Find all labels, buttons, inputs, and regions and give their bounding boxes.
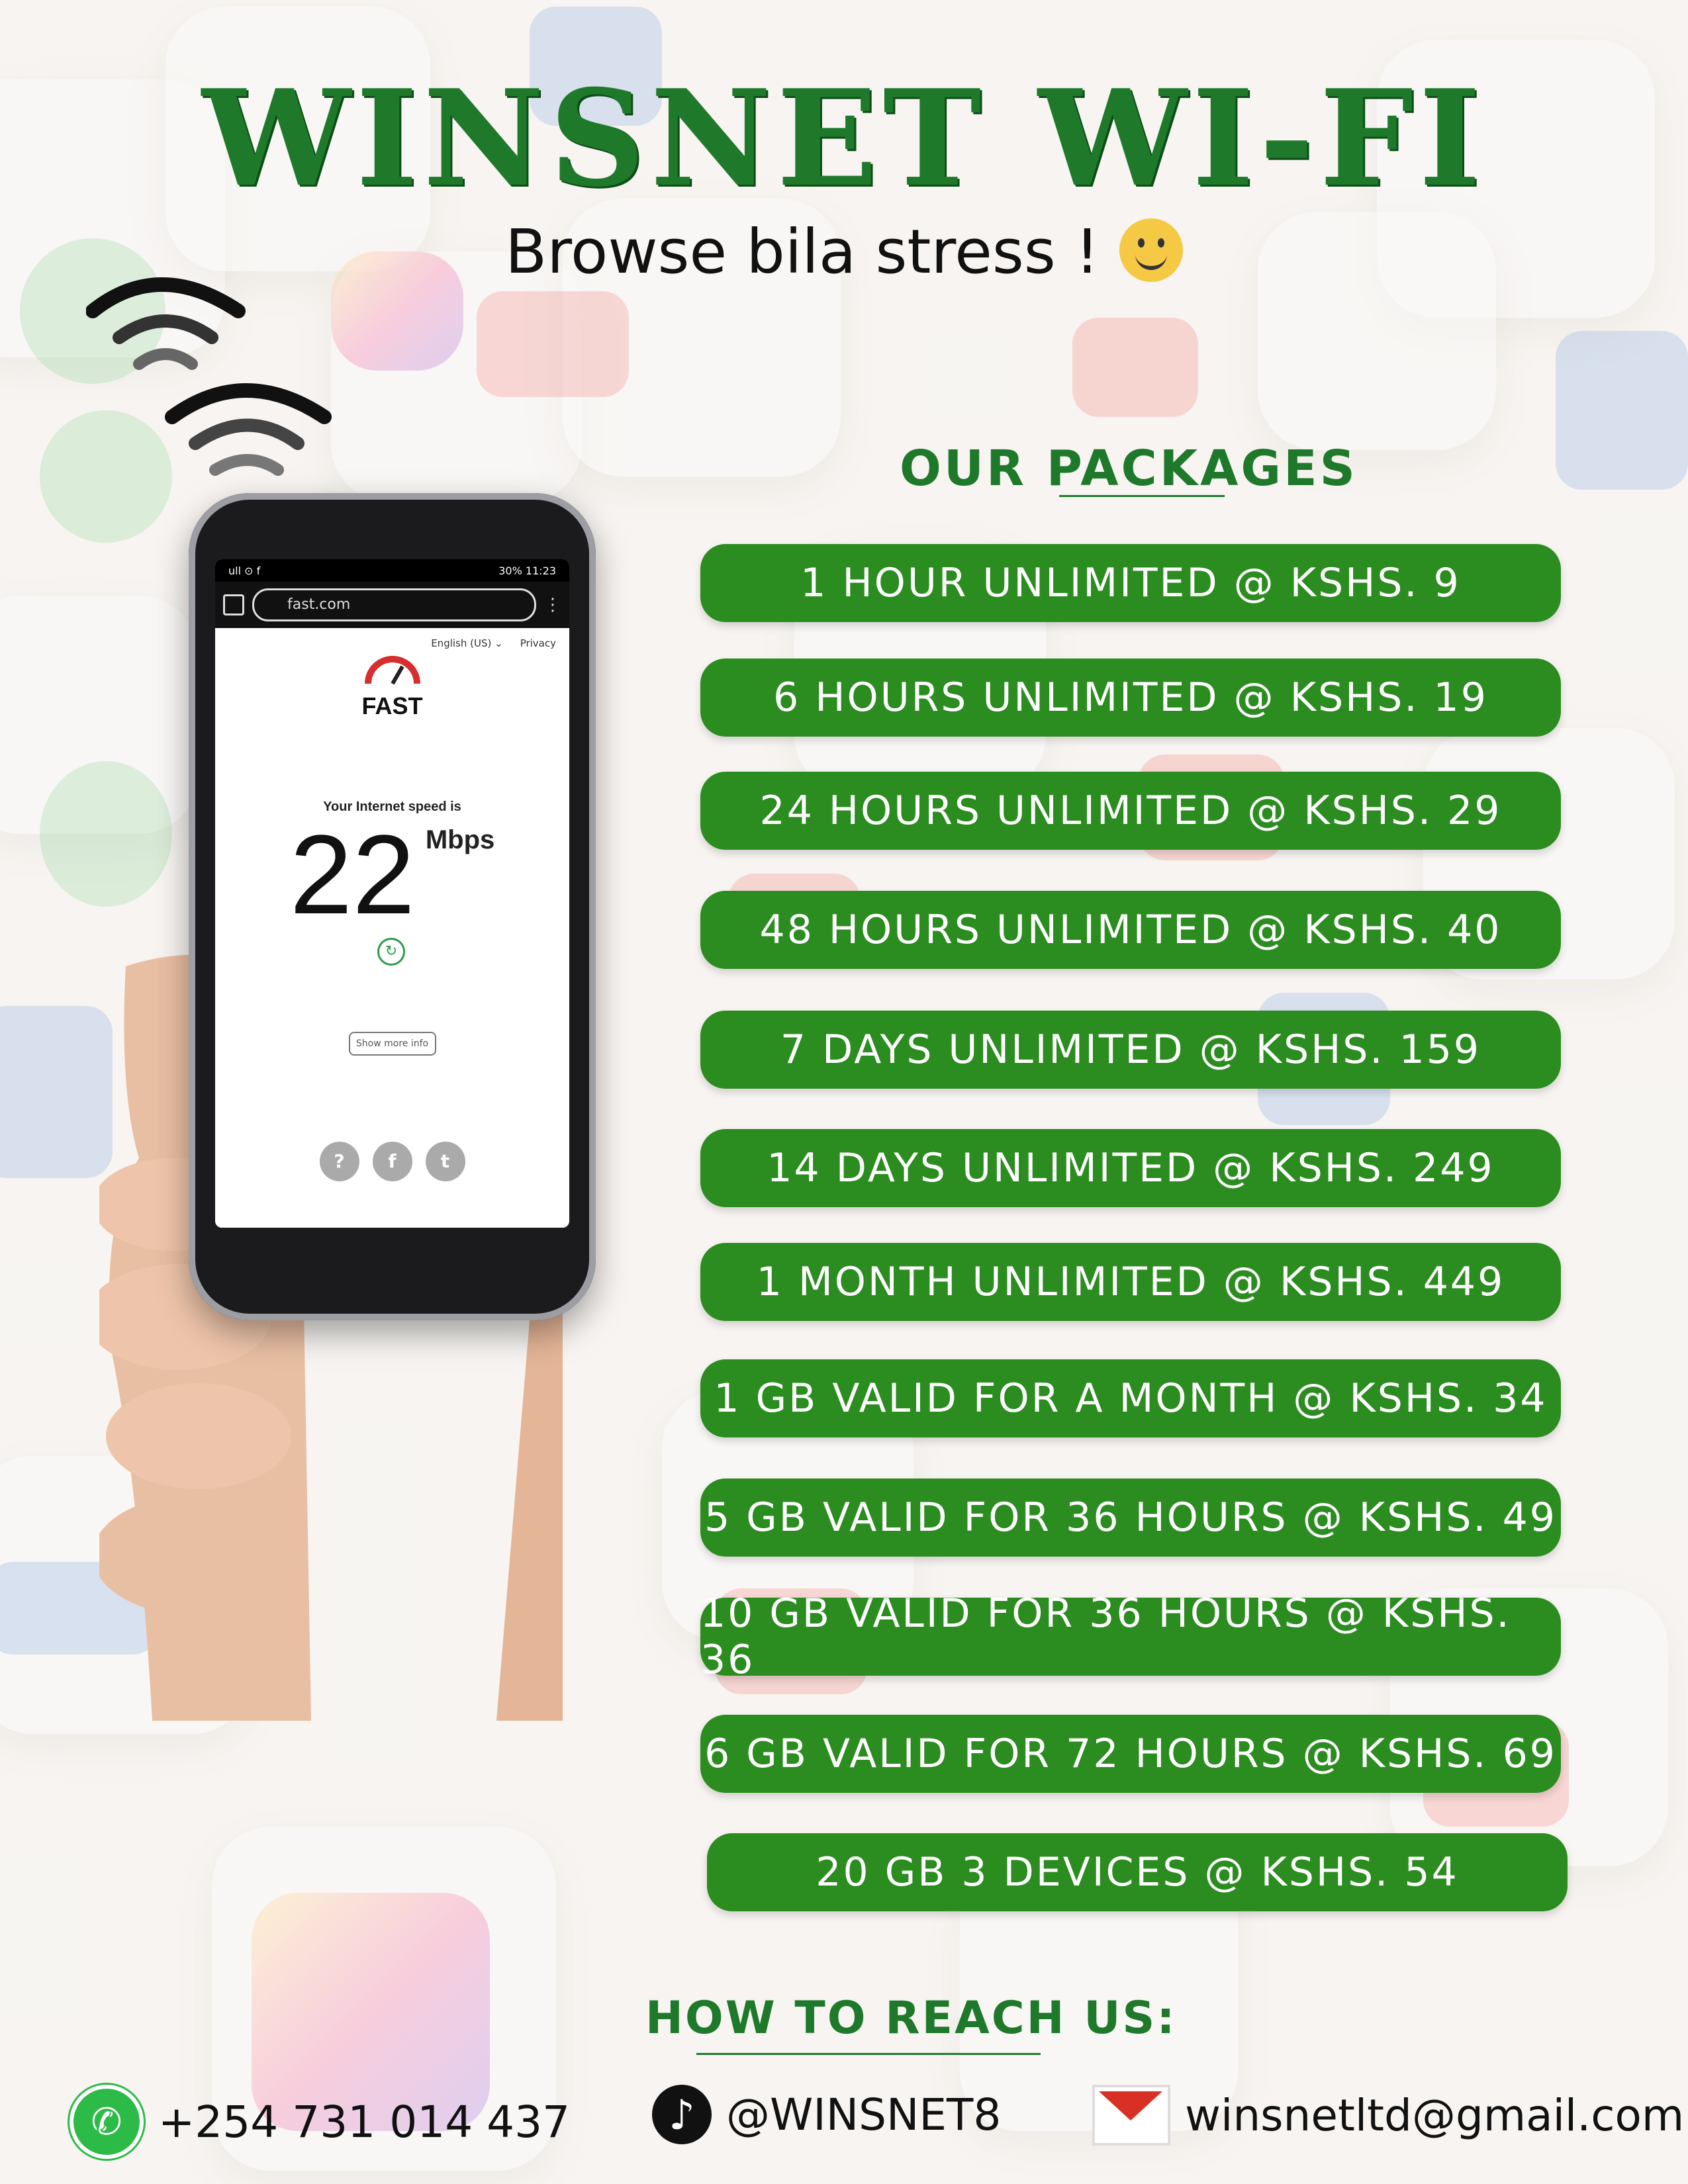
package-item: 6 GB VALID FOR 72 HOURS @ KSHS. 69 bbox=[700, 1715, 1561, 1793]
contact-heading-underline bbox=[696, 2053, 1041, 2055]
whatsapp-icon: ✆ bbox=[70, 2085, 144, 2159]
phone-status-bar: ull ⊙ f 30% 11:23 bbox=[215, 559, 569, 582]
brand-title: WINSNET WI-FI bbox=[202, 61, 1486, 216]
phone-contact: ✆ +254 731 014 437 bbox=[70, 2085, 570, 2159]
contact-heading: HOW TO REACH US: bbox=[645, 1992, 1177, 2044]
speed-unit: Mbps bbox=[425, 825, 495, 854]
package-item: 7 DAYS UNLIMITED @ KSHS. 159 bbox=[700, 1011, 1561, 1089]
smiley-emoji-icon bbox=[1119, 218, 1183, 282]
speed-value: 22 bbox=[289, 812, 415, 938]
menu-icon[interactable]: ⋮ bbox=[544, 595, 561, 615]
help-icon[interactable]: ? bbox=[319, 1142, 359, 1181]
gmail-icon bbox=[1092, 2085, 1170, 2146]
browser-url-bar: fast.com ⋮ bbox=[215, 582, 569, 628]
facebook-icon[interactable]: f bbox=[372, 1142, 412, 1181]
package-item: 24 HOURS UNLIMITED @ KSHS. 29 bbox=[700, 772, 1561, 850]
show-more-info-button[interactable]: Show more info bbox=[348, 1032, 436, 1056]
tiktok-handle: @WINSNET8 bbox=[726, 2089, 1002, 2140]
url-field[interactable]: fast.com bbox=[252, 588, 536, 621]
packages-heading: OUR PACKAGES bbox=[900, 440, 1358, 497]
speed-readout: 22 Mbps bbox=[215, 819, 569, 931]
package-item: 5 GB VALID FOR 36 HOURS @ KSHS. 49 bbox=[700, 1479, 1561, 1557]
status-icons-left: ull ⊙ f bbox=[228, 564, 261, 577]
fast-logo: FAST bbox=[215, 653, 569, 720]
email-address: winsnetltd@gmail.com bbox=[1185, 2089, 1685, 2141]
smartphone: ull ⊙ f 30% 11:23 fast.com ⋮ English (US… bbox=[189, 493, 596, 1320]
phone-number: +254 731 014 437 bbox=[158, 2096, 571, 2148]
home-icon[interactable] bbox=[223, 594, 244, 615]
status-icons-right: 30% 11:23 bbox=[498, 564, 556, 577]
phone-screen: ull ⊙ f 30% 11:23 fast.com ⋮ English (US… bbox=[215, 559, 569, 1228]
package-item: 48 HOURS UNLIMITED @ KSHS. 40 bbox=[700, 891, 1561, 969]
package-item: 1 HOUR UNLIMITED @ KSHS. 9 bbox=[700, 544, 1561, 622]
reload-icon[interactable]: ↻ bbox=[377, 938, 405, 966]
site-nav: English (US) ⌄ Privacy bbox=[215, 628, 569, 649]
social-share-row: ? f t bbox=[215, 1142, 569, 1181]
packages-heading-underline bbox=[1059, 495, 1225, 497]
language-select[interactable]: English (US) ⌄ bbox=[431, 637, 502, 649]
url-text: fast.com bbox=[287, 596, 351, 613]
tiktok-contact: ♪ @WINSNET8 bbox=[652, 2085, 1001, 2144]
email-contact: winsnetltd@gmail.com bbox=[1092, 2085, 1684, 2146]
package-item: 10 GB VALID FOR 36 HOURS @ KSHS. 36 bbox=[700, 1590, 1561, 1683]
speedometer-icon bbox=[364, 656, 420, 685]
privacy-link[interactable]: Privacy bbox=[520, 637, 556, 649]
package-item: 20 GB 3 DEVICES @ KSHS. 54 bbox=[707, 1833, 1568, 1911]
package-item: 1 GB VALID FOR A MONTH @ KSHS. 34 bbox=[700, 1359, 1561, 1437]
tagline-text: Browse bila stress ! bbox=[505, 216, 1100, 287]
wifi-signal-icon bbox=[86, 277, 332, 476]
package-item: 6 HOURS UNLIMITED @ KSHS. 19 bbox=[700, 659, 1561, 737]
package-item: 14 DAYS UNLIMITED @ KSHS. 249 bbox=[700, 1129, 1561, 1207]
fast-logo-text: FAST bbox=[361, 692, 423, 719]
twitter-icon[interactable]: t bbox=[425, 1142, 465, 1181]
tiktok-icon: ♪ bbox=[652, 2085, 712, 2144]
package-item: 1 MONTH UNLIMITED @ KSHS. 449 bbox=[700, 1243, 1561, 1321]
